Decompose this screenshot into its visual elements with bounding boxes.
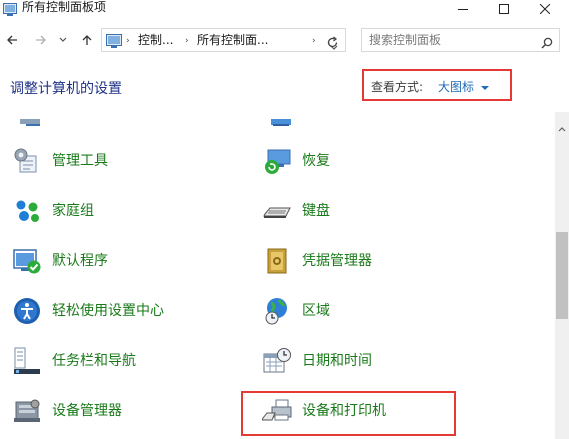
recovery-icon	[260, 144, 294, 178]
back-button[interactable]	[3, 26, 21, 54]
item-label: 管理工具	[52, 153, 108, 169]
item-date-time[interactable]: 日期和时间	[260, 341, 372, 381]
breadcrumb-all-items[interactable]: 所有控制面...	[197, 33, 268, 48]
partial-item-icon	[18, 112, 44, 131]
item-taskbar-navigation[interactable]: 任务栏和导航	[10, 341, 136, 381]
item-ease-of-access[interactable]: 轻松使用设置中心	[10, 291, 164, 331]
recent-locations-button[interactable]	[57, 26, 69, 54]
item-label: 设备管理器	[52, 403, 122, 419]
scroll-up-button[interactable]	[558, 117, 566, 136]
date-time-icon	[260, 344, 294, 378]
chevron-down-icon	[59, 37, 67, 42]
chevron-up-icon	[558, 127, 566, 132]
scroll-thumb[interactable]	[556, 232, 568, 319]
navigation-bar: › 控制... › 所有控制面... › 搜索控制面板	[0, 26, 569, 56]
partial-item-icon	[268, 112, 294, 131]
item-keyboard[interactable]: 键盘	[260, 191, 330, 231]
maximize-button[interactable]	[481, 0, 527, 18]
view-by-dropdown[interactable]: 大图标	[438, 80, 474, 95]
control-panel-icon	[106, 33, 122, 48]
breadcrumb-separator: ›	[312, 36, 316, 46]
search-icon[interactable]	[541, 34, 553, 53]
refresh-icon	[327, 36, 338, 48]
item-device-manager[interactable]: 设备管理器	[10, 391, 122, 431]
caret-down-icon[interactable]	[481, 86, 489, 90]
item-label: 区域	[302, 303, 330, 319]
minimize-button[interactable]	[440, 0, 486, 18]
device-manager-icon	[10, 394, 44, 428]
item-label: 凭据管理器	[302, 253, 372, 269]
item-label: 家庭组	[52, 203, 94, 219]
close-icon	[540, 4, 550, 14]
breadcrumb-separator: ›	[185, 36, 189, 46]
item-default-programs[interactable]: 默认程序	[10, 241, 108, 281]
keyboard-icon	[260, 194, 294, 228]
refresh-button[interactable]	[326, 34, 339, 53]
region-icon	[260, 294, 294, 328]
item-admin-tools[interactable]: 管理工具	[10, 141, 108, 181]
item-label: 轻松使用设置中心	[52, 303, 164, 319]
ease-of-access-icon	[10, 294, 44, 328]
maximize-icon	[499, 4, 509, 14]
title-bar: 所有控制面板项	[0, 0, 569, 22]
item-region[interactable]: 区域	[260, 291, 330, 331]
item-label: 任务栏和导航	[52, 353, 136, 369]
breadcrumb-control-panel[interactable]: 控制...	[138, 33, 173, 48]
item-credential-manager[interactable]: 凭据管理器	[260, 241, 372, 281]
vertical-scrollbar[interactable]	[555, 112, 569, 439]
forward-button[interactable]	[32, 26, 50, 54]
breadcrumb-separator: ›	[126, 36, 130, 46]
item-label: 键盘	[302, 203, 330, 219]
search-box[interactable]: 搜索控制面板	[361, 28, 560, 52]
control-panel-icon	[3, 1, 17, 16]
arrow-right-icon	[36, 35, 46, 45]
item-homegroup[interactable]: 家庭组	[10, 191, 94, 231]
default-programs-icon	[10, 244, 44, 278]
arrow-up-icon	[82, 35, 92, 45]
window-title: 所有控制面板项	[22, 0, 107, 14]
control-panel-items: 管理工具 家庭组 默认程序 轻松使用设置中心 任务栏和导航 设备管理器 恢复 键…	[0, 112, 555, 439]
close-button[interactable]	[522, 0, 568, 18]
up-button[interactable]	[78, 26, 96, 54]
minimize-icon	[458, 9, 468, 10]
address-bar[interactable]: › 控制... › 所有控制面... ›	[101, 28, 346, 52]
page-title: 调整计算机的设置	[10, 81, 122, 97]
view-by-label: 查看方式:	[371, 80, 424, 94]
devices-printers-highlight	[241, 391, 456, 436]
item-label: 默认程序	[52, 253, 108, 269]
item-recovery[interactable]: 恢复	[260, 141, 330, 181]
homegroup-icon	[10, 194, 44, 228]
credential-manager-icon	[260, 244, 294, 278]
taskbar-icon	[10, 344, 44, 378]
arrow-left-icon	[7, 35, 17, 45]
admin-tools-icon	[10, 144, 44, 178]
search-placeholder: 搜索控制面板	[369, 33, 442, 47]
item-label: 日期和时间	[302, 353, 372, 369]
item-label: 恢复	[302, 153, 330, 169]
